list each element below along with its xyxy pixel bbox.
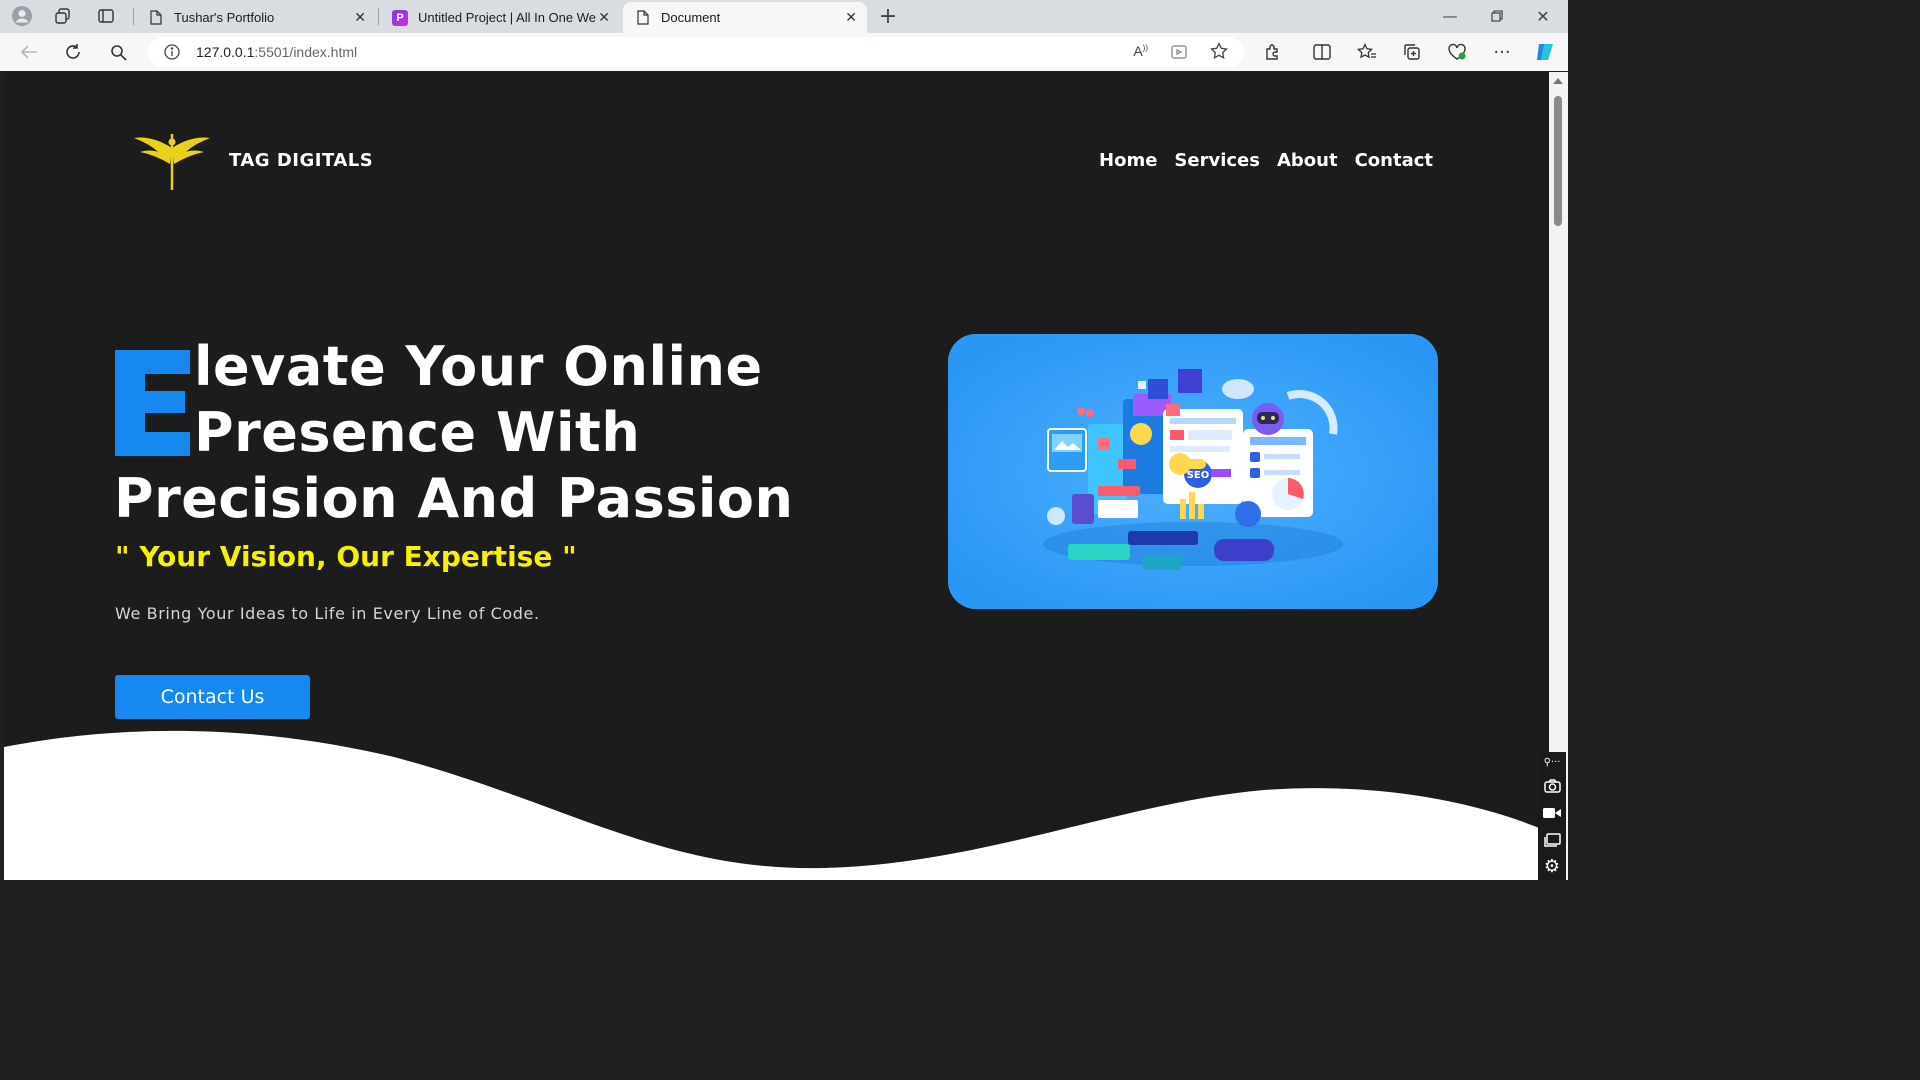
close-window-icon[interactable]: ✕: [1531, 4, 1555, 28]
hero-tagline: " Your Vision, Our Expertise ": [115, 540, 577, 573]
close-tab-icon[interactable]: ✕: [598, 9, 610, 26]
close-tab-icon[interactable]: ✕: [845, 9, 857, 26]
profile-icon[interactable]: [10, 4, 34, 28]
app-logo-icon: P: [392, 9, 408, 26]
back-icon[interactable]: [17, 40, 41, 64]
url-path: :5501/index.html: [254, 44, 358, 60]
nav-home[interactable]: Home: [1099, 150, 1157, 171]
hero-subline: We Bring Your Ideas to Life in Every Lin…: [115, 604, 540, 623]
nav-services[interactable]: Services: [1174, 150, 1260, 171]
copilot-icon[interactable]: [1533, 40, 1557, 64]
main-nav: Home Services About Contact: [1099, 150, 1433, 171]
browser-toolbar: 127.0.0.1:5501/index.html A)) ···: [0, 33, 1568, 71]
scroll-thumb[interactable]: [1554, 96, 1562, 226]
favorite-star-icon[interactable]: [1210, 41, 1228, 63]
more-options-icon[interactable]: ···: [1490, 40, 1514, 64]
url-host: 127.0.0.1: [196, 44, 255, 60]
settings-gear-icon[interactable]: ⚙: [1538, 853, 1566, 880]
new-tab-icon[interactable]: +: [876, 4, 900, 29]
tab-title: Untitled Project | All In One Web: [418, 10, 596, 25]
toolbar-more-icon[interactable]: ⚲···: [1538, 752, 1566, 772]
browser-essentials-icon[interactable]: [1445, 40, 1469, 64]
browser-tab-strip: Tushar's Portfolio ✕ P Untitled Project …: [0, 0, 1568, 33]
refresh-icon[interactable]: [61, 40, 85, 64]
digital-marketing-illustration: SEO: [948, 334, 1438, 609]
tab-document[interactable]: Document ✕: [623, 2, 867, 33]
tab-title: Document: [661, 10, 721, 25]
tab-untitled-project[interactable]: P Untitled Project | All In One Web ✕: [380, 2, 620, 33]
screenshot-camera-icon[interactable]: [1538, 772, 1566, 799]
hero-headline: levate Your Online Presence With Precisi…: [114, 334, 793, 532]
extensions-icon[interactable]: [1261, 40, 1285, 64]
address-bar[interactable]: 127.0.0.1:5501/index.html A)): [148, 37, 1244, 67]
page-viewport: TAG DIGITALS Home Services About Contact…: [4, 72, 1549, 880]
site-info-icon[interactable]: [164, 44, 180, 63]
read-aloud-icon[interactable]: A)): [1133, 43, 1148, 59]
hero-illustration-card: SEO: [948, 334, 1438, 609]
favorites-icon[interactable]: [1355, 40, 1379, 64]
video-record-icon[interactable]: [1538, 799, 1566, 826]
close-tab-icon[interactable]: ✕: [354, 9, 366, 26]
window-capture-icon[interactable]: [1538, 826, 1566, 853]
brand-logo-icon: [134, 134, 210, 190]
headline-line-2: Presence With: [194, 401, 641, 464]
hero-bottom-wave: [4, 730, 1549, 880]
scroll-up-arrow-icon[interactable]: [1553, 78, 1563, 84]
search-icon[interactable]: [106, 40, 130, 64]
nav-about[interactable]: About: [1277, 150, 1338, 171]
document-icon: [148, 10, 164, 26]
tab-title: Tushar's Portfolio: [174, 10, 275, 25]
seo-badge-text: SEO: [1187, 470, 1210, 481]
document-icon: [635, 10, 651, 26]
immersive-reader-icon[interactable]: [1170, 43, 1188, 64]
tab-tushars-portfolio[interactable]: Tushar's Portfolio ✕: [136, 2, 376, 33]
split-screen-icon[interactable]: [1310, 40, 1334, 64]
minimize-icon[interactable]: —: [1438, 4, 1462, 28]
tab-actions-icon[interactable]: [94, 4, 118, 28]
nav-contact[interactable]: Contact: [1355, 150, 1433, 171]
restore-icon[interactable]: [1485, 4, 1509, 28]
headline-line-3: Precision And Passion: [114, 467, 794, 530]
headline-line-1: levate Your Online: [194, 335, 763, 398]
collections-icon[interactable]: [1400, 40, 1424, 64]
workspaces-icon[interactable]: [51, 4, 75, 28]
floating-capture-toolbar: ⚲··· ⚙: [1538, 752, 1566, 880]
brand-name: TAG DIGITALS: [229, 150, 374, 171]
